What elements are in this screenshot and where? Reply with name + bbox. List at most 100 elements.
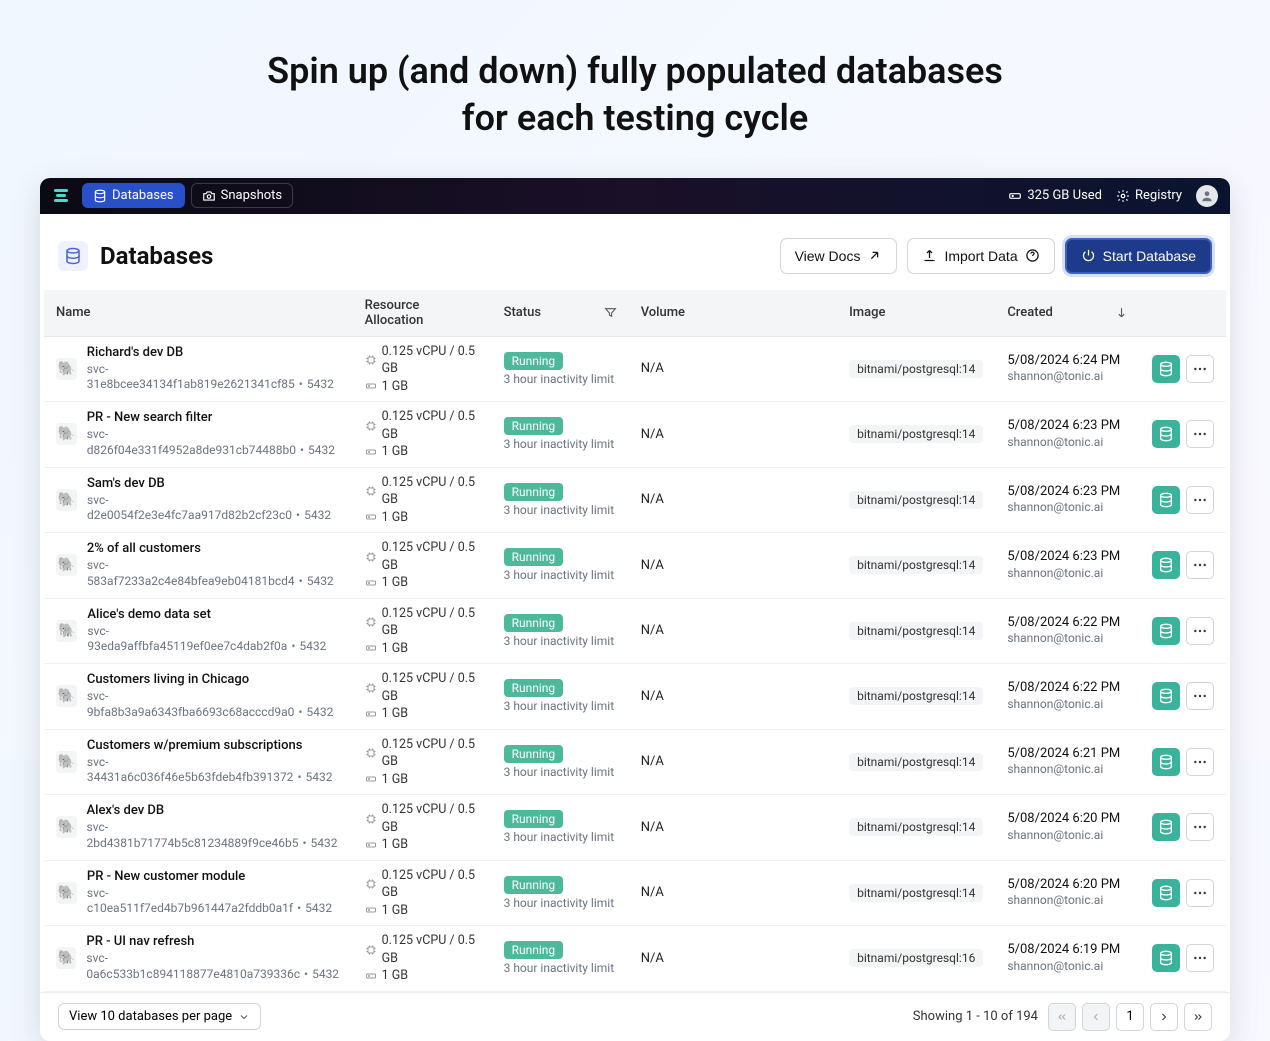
db-name[interactable]: Customers w/premium subscriptions <box>87 738 341 755</box>
port: 5432 <box>306 705 333 719</box>
disk-spec: 1 GB <box>365 836 480 854</box>
connect-db-button[interactable] <box>1152 617 1180 645</box>
creator-email: shannon@tonic.ai <box>1007 435 1128 451</box>
connect-db-button[interactable] <box>1152 486 1180 514</box>
postgres-icon: 🐘 <box>56 489 77 511</box>
connect-db-button[interactable] <box>1152 355 1180 383</box>
connect-db-button[interactable] <box>1152 879 1180 907</box>
created-time: 5/08/2024 6:22 PM <box>1007 615 1128 632</box>
showing-text: Showing 1 - 10 of 194 <box>913 1009 1038 1024</box>
col-volume[interactable]: Volume <box>629 290 837 337</box>
external-link-icon <box>867 248 882 263</box>
row-more-button[interactable] <box>1186 944 1214 972</box>
db-name[interactable]: 2% of all customers <box>87 541 341 558</box>
port: 5432 <box>306 770 333 784</box>
cpu-spec: 0.125 vCPU / 0.5 GB <box>365 736 480 771</box>
col-created[interactable]: Created <box>995 290 1140 337</box>
page-title: Databases <box>100 242 213 270</box>
chevrons-right-icon <box>1192 1011 1204 1023</box>
page-current[interactable]: 1 <box>1116 1003 1144 1031</box>
chevron-right-icon <box>1158 1011 1170 1023</box>
db-name[interactable]: PR - UI nav refresh <box>86 934 340 951</box>
image-tag: bitnami/postgresql:14 <box>849 818 983 836</box>
db-name[interactable]: PR - New search filter <box>87 410 341 427</box>
nav-snapshots[interactable]: Snapshots <box>191 183 294 208</box>
app-window: Databases Snapshots 325 GB Used Registry <box>40 178 1230 1041</box>
postgres-icon: 🐘 <box>56 751 77 773</box>
col-image[interactable]: Image <box>837 290 995 337</box>
db-name[interactable]: PR - New customer module <box>87 869 341 886</box>
cpu-spec: 0.125 vCPU / 0.5 GB <box>365 670 480 705</box>
creator-email: shannon@tonic.ai <box>1007 959 1128 975</box>
postgres-icon: 🐘 <box>56 816 77 838</box>
db-name[interactable]: Customers living in Chicago <box>87 672 341 689</box>
db-name[interactable]: Sam's dev DB <box>87 476 341 493</box>
postgres-icon: 🐘 <box>56 620 77 642</box>
row-more-button[interactable] <box>1186 486 1214 514</box>
col-name[interactable]: Name <box>44 290 353 337</box>
disk-spec: 1 GB <box>365 967 480 985</box>
row-more-button[interactable] <box>1186 748 1214 776</box>
connect-db-button[interactable] <box>1152 682 1180 710</box>
table-row: 🐘 Alex's dev DB svc-2bd4381b71774b5c8123… <box>44 795 1226 861</box>
connect-db-button[interactable] <box>1152 944 1180 972</box>
upload-icon <box>922 248 937 263</box>
nav-databases[interactable]: Databases <box>82 183 185 208</box>
row-more-button[interactable] <box>1186 682 1214 710</box>
cpu-spec: 0.125 vCPU / 0.5 GB <box>365 867 480 902</box>
import-data-button[interactable]: Import Data <box>907 238 1054 274</box>
app-logo[interactable] <box>52 187 70 205</box>
storage-indicator[interactable]: 325 GB Used <box>1008 188 1102 203</box>
table-row: 🐘 Sam's dev DB svc-d2e0054f2e3e4fc7aa917… <box>44 467 1226 533</box>
disk-spec: 1 GB <box>365 574 480 592</box>
creator-email: shannon@tonic.ai <box>1007 369 1128 385</box>
col-status[interactable]: Status <box>492 290 629 337</box>
table-row: 🐘 PR - New search filter svc-d826f04e331… <box>44 402 1226 468</box>
disk-spec: 1 GB <box>365 640 480 658</box>
row-more-button[interactable] <box>1186 617 1214 645</box>
db-name[interactable]: Alice's demo data set <box>87 607 340 624</box>
cpu-spec: 0.125 vCPU / 0.5 GB <box>365 408 480 443</box>
connect-db-button[interactable] <box>1152 748 1180 776</box>
disk-spec: 1 GB <box>365 902 480 920</box>
creator-email: shannon@tonic.ai <box>1007 566 1128 582</box>
row-more-button[interactable] <box>1186 551 1214 579</box>
page-prev-button[interactable] <box>1082 1003 1110 1031</box>
row-more-button[interactable] <box>1186 355 1214 383</box>
table-footer: View 10 databases per page Showing 1 - 1… <box>40 992 1230 1041</box>
per-page-dropdown[interactable]: View 10 databases per page <box>58 1003 261 1030</box>
page-next-button[interactable] <box>1150 1003 1178 1031</box>
page-first-button[interactable] <box>1048 1003 1076 1031</box>
image-tag: bitnami/postgresql:14 <box>849 753 983 771</box>
postgres-icon: 🐘 <box>56 685 77 707</box>
pager: 1 <box>1048 1003 1212 1031</box>
connect-db-button[interactable] <box>1152 420 1180 448</box>
connect-db-button[interactable] <box>1152 813 1180 841</box>
row-more-button[interactable] <box>1186 879 1214 907</box>
user-avatar[interactable] <box>1196 185 1218 207</box>
registry-link[interactable]: Registry <box>1116 188 1182 203</box>
db-name[interactable]: Alex's dev DB <box>87 803 341 820</box>
page-last-button[interactable] <box>1184 1003 1212 1031</box>
volume-value: N/A <box>641 558 664 573</box>
start-database-button[interactable]: Start Database <box>1065 238 1212 274</box>
volume-value: N/A <box>641 951 664 966</box>
database-icon <box>64 247 82 265</box>
start-database-label: Start Database <box>1103 248 1196 264</box>
filter-icon[interactable] <box>604 306 617 319</box>
port: 5432 <box>305 901 332 915</box>
sort-desc-icon[interactable] <box>1115 306 1128 319</box>
created-time: 5/08/2024 6:23 PM <box>1007 484 1128 501</box>
status-sub: 3 hour inactivity limit <box>504 961 617 975</box>
created-time: 5/08/2024 6:20 PM <box>1007 877 1128 894</box>
col-resource[interactable]: Resource Allocation <box>353 290 492 337</box>
row-more-button[interactable] <box>1186 813 1214 841</box>
row-more-button[interactable] <box>1186 420 1214 448</box>
status-badge: Running <box>504 876 564 894</box>
cpu-spec: 0.125 vCPU / 0.5 GB <box>365 932 480 967</box>
connect-db-button[interactable] <box>1152 551 1180 579</box>
db-name[interactable]: Richard's dev DB <box>87 345 341 362</box>
view-docs-button[interactable]: View Docs <box>780 238 898 274</box>
cpu-spec: 0.125 vCPU / 0.5 GB <box>365 343 480 378</box>
created-time: 5/08/2024 6:23 PM <box>1007 549 1128 566</box>
